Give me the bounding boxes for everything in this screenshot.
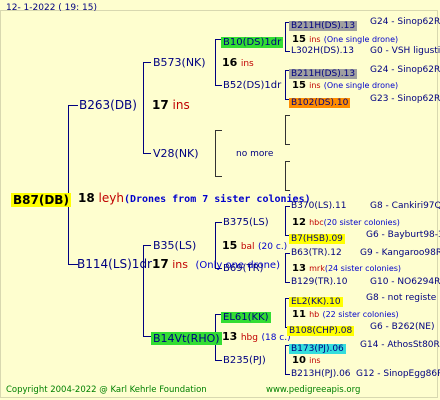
l3-node-el61[interactable]: EL61(KK): [221, 308, 271, 324]
l2-note: (20 c.): [258, 242, 288, 252]
l3-code: ins: [309, 35, 321, 44]
header-date: 12- 1-2022 ( 19: 15): [6, 3, 97, 13]
l2-mating-b35: 15 bal (20 c.): [222, 239, 287, 254]
l4-node-9[interactable]: EL2(KK).10: [289, 292, 343, 309]
l2-code: hbg: [240, 333, 258, 343]
l4-group-6: G6 - Bayburt98-3: [366, 230, 440, 240]
l4-group-2: G0 - VSH ligusti: [370, 46, 440, 56]
l3-mating-b375: 12 hbc(20 sister colonies): [292, 216, 400, 229]
l4-name: B7(HSB).09: [289, 234, 345, 244]
l1-code: ins: [172, 258, 188, 271]
l2-code: ins: [240, 59, 254, 69]
l3-node-b69[interactable]: B69(TR): [223, 262, 263, 275]
l4-group-10: G6 - B262(NE): [370, 322, 435, 332]
l3-node-b10[interactable]: B10(DS)1dr: [221, 33, 284, 49]
l3-code: mrk: [309, 264, 325, 273]
footer-url[interactable]: www.pedigreeapis.org: [266, 384, 360, 397]
l4-node-1[interactable]: B211H(DS).13: [289, 16, 358, 33]
l2-node-v28[interactable]: V28(NK): [153, 147, 199, 160]
l4-node-3[interactable]: B211H(DS).13: [289, 64, 358, 81]
l3-num: 15: [292, 34, 306, 45]
l2-num: 13: [222, 330, 238, 343]
root-note: (Drones from 7 sister colonies): [123, 194, 311, 205]
root-name: B87(DB): [11, 193, 71, 207]
l2-node-b14vt[interactable]: B14Vt(RHO): [151, 330, 222, 345]
root-node[interactable]: B87(DB): [11, 192, 71, 207]
l4-group-9: G8 - not registe: [366, 293, 437, 303]
l3-name: B10(DS)1dr: [221, 37, 284, 48]
no-more-label: no more: [236, 149, 274, 159]
l3-note: (22 sister colonies): [322, 310, 399, 319]
l1-node-b114[interactable]: B114(LS)1dr: [77, 258, 152, 271]
l3-note: (One single drone): [323, 81, 399, 90]
l4-name: EL2(KK).10: [289, 297, 343, 307]
l3-code: hb: [309, 310, 320, 319]
l3-num: 13: [292, 263, 306, 274]
l3-note: (20 sister colonies): [323, 218, 400, 227]
l4-node-4[interactable]: B102(DS).10: [289, 93, 351, 110]
l1-num: 17: [152, 98, 169, 112]
l4-group-1: G24 - Sinop62R: [370, 17, 440, 27]
l1-code: ins: [172, 98, 190, 112]
l2-mating-b573: 16 ins: [222, 56, 254, 71]
l3-node-b375[interactable]: B375(LS): [223, 216, 269, 229]
l3-num: 12: [292, 217, 306, 228]
l3-node-b235[interactable]: B235(PJ): [223, 354, 266, 367]
root-code: leyh: [98, 191, 124, 205]
l4-group-8: G10 - NO6294R: [370, 277, 440, 287]
pedigree-page: 12- 1-2022 ( 19: 15) B87(DB) 18 leyh(Dro…: [0, 0, 440, 400]
l2-node-b35[interactable]: B35(LS): [153, 239, 196, 252]
l3-num: 11: [292, 309, 306, 320]
l4-node-7[interactable]: B63(TR).12: [291, 247, 342, 260]
l3-mating-b69: 13 mrk(24 sister colonies): [292, 262, 401, 275]
root-mating: 18 leyh(Drones from 7 sister colonies): [78, 192, 311, 206]
l4-group-7: G9 - Kangaroo98R: [360, 248, 440, 258]
l4-node-12[interactable]: B213H(PJ).06: [291, 368, 351, 381]
l1-node-b263[interactable]: B263(DB): [79, 99, 137, 112]
l2-num: 16: [222, 56, 238, 69]
l4-name: B173(PJ).06: [289, 344, 346, 354]
l3-num: 10: [292, 355, 306, 366]
l4-group-5: G8 - Cankiri97Q: [370, 201, 440, 211]
l4-name: B102(DS).10: [289, 98, 351, 108]
root-num: 18: [78, 191, 95, 205]
l4-node-5[interactable]: B370(LS).11: [291, 200, 346, 213]
l4-group-4: G23 - Sinop62R: [370, 94, 440, 104]
l1-mating-b263: 17 ins: [152, 99, 190, 112]
l3-note: (24 sister colonies): [324, 264, 402, 273]
l4-node-6[interactable]: B7(HSB).09: [289, 229, 345, 246]
l4-name: B211H(DS).13: [289, 69, 358, 79]
l4-group-11: G14 - AthosSt80R: [360, 340, 440, 350]
l2-name: B14Vt(RHO): [151, 332, 222, 345]
l4-name: B211H(DS).13: [289, 21, 358, 31]
l2-node-b573[interactable]: B573(NK): [153, 56, 206, 69]
l4-node-11[interactable]: B173(PJ).06: [289, 339, 346, 356]
l4-group-12: G12 - SinopEgg86R: [356, 369, 440, 379]
l2-num: 15: [222, 239, 238, 252]
l2-mating-b14vt: 13 hbg (18 c.): [222, 330, 291, 345]
l1-num: 17: [152, 257, 169, 271]
l3-node-b52[interactable]: B52(DS)1dr: [223, 79, 281, 92]
l4-node-10[interactable]: B108(CHP).08: [287, 321, 355, 338]
l3-mating-el61: 11 hb (22 sister colonies): [292, 308, 399, 321]
footer-copyright: Copyright 2004-2022 @ Karl Kehrle Founda…: [6, 385, 207, 395]
l4-group-3: G24 - Sinop62R: [370, 65, 440, 75]
l3-code: ins: [309, 81, 321, 90]
l3-code: hbc: [309, 218, 324, 227]
l4-node-8[interactable]: B129(TR).10: [291, 276, 347, 289]
l2-code: bal: [240, 242, 255, 252]
l4-name: B108(CHP).08: [287, 326, 355, 336]
l3-name: EL61(KK): [221, 312, 271, 323]
l4-node-2[interactable]: L302H(DS).13: [291, 45, 354, 58]
l3-code: ins: [309, 356, 321, 365]
l3-note: (One single drone): [323, 35, 399, 44]
l3-num: 15: [292, 80, 306, 91]
